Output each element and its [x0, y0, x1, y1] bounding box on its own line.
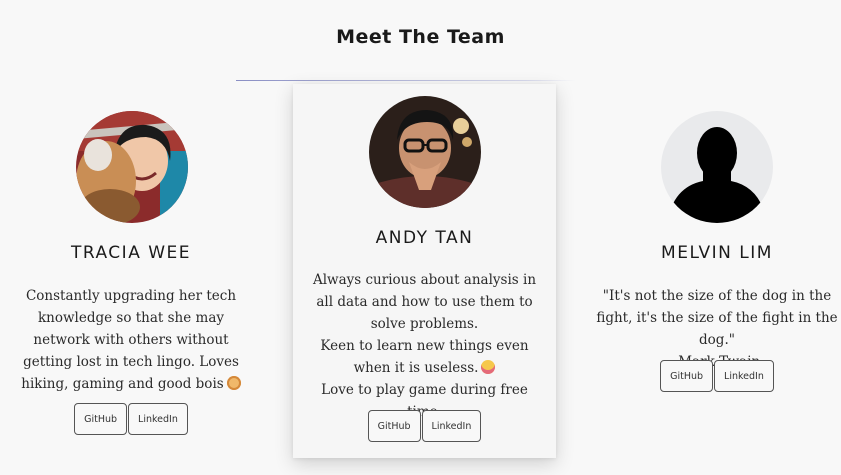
member-description: Always curious about analysis in all dat…: [293, 269, 556, 423]
team-card-andy: ANDY TAN Always curious about analysis i…: [293, 84, 556, 458]
avatar: [369, 96, 481, 208]
dog-face-emoji-icon: [226, 376, 241, 390]
member-name: TRACIA WEE: [70, 243, 192, 263]
description-line: Always curious about analysis in all dat…: [312, 272, 537, 332]
github-button[interactable]: GitHub: [660, 360, 714, 392]
social-buttons: GitHub LinkedIn: [293, 410, 556, 442]
social-buttons: GitHub LinkedIn: [2, 403, 260, 435]
member-name: ANDY TAN: [375, 228, 474, 248]
quote-text: "It's not the size of the dog in the fig…: [596, 288, 838, 348]
github-button[interactable]: GitHub: [74, 403, 128, 435]
crying-face-emoji-icon: [481, 360, 496, 374]
title-divider: [236, 80, 576, 81]
github-button[interactable]: GitHub: [367, 410, 421, 442]
description-line: Constantly upgrading her tech knowledge …: [21, 288, 239, 392]
description-line: Keen to learn new things even when it is…: [320, 338, 529, 376]
linkedin-button[interactable]: LinkedIn: [128, 403, 188, 435]
avatar: [661, 111, 773, 223]
member-name: MELVIN LIM: [661, 243, 773, 263]
linkedin-button[interactable]: LinkedIn: [714, 360, 774, 392]
social-buttons: GitHub LinkedIn: [583, 360, 841, 392]
page-title: Meet The Team: [336, 26, 505, 48]
avatar: [76, 111, 188, 223]
linkedin-button[interactable]: LinkedIn: [421, 410, 482, 442]
member-description: Constantly upgrading her tech knowledge …: [2, 285, 260, 395]
